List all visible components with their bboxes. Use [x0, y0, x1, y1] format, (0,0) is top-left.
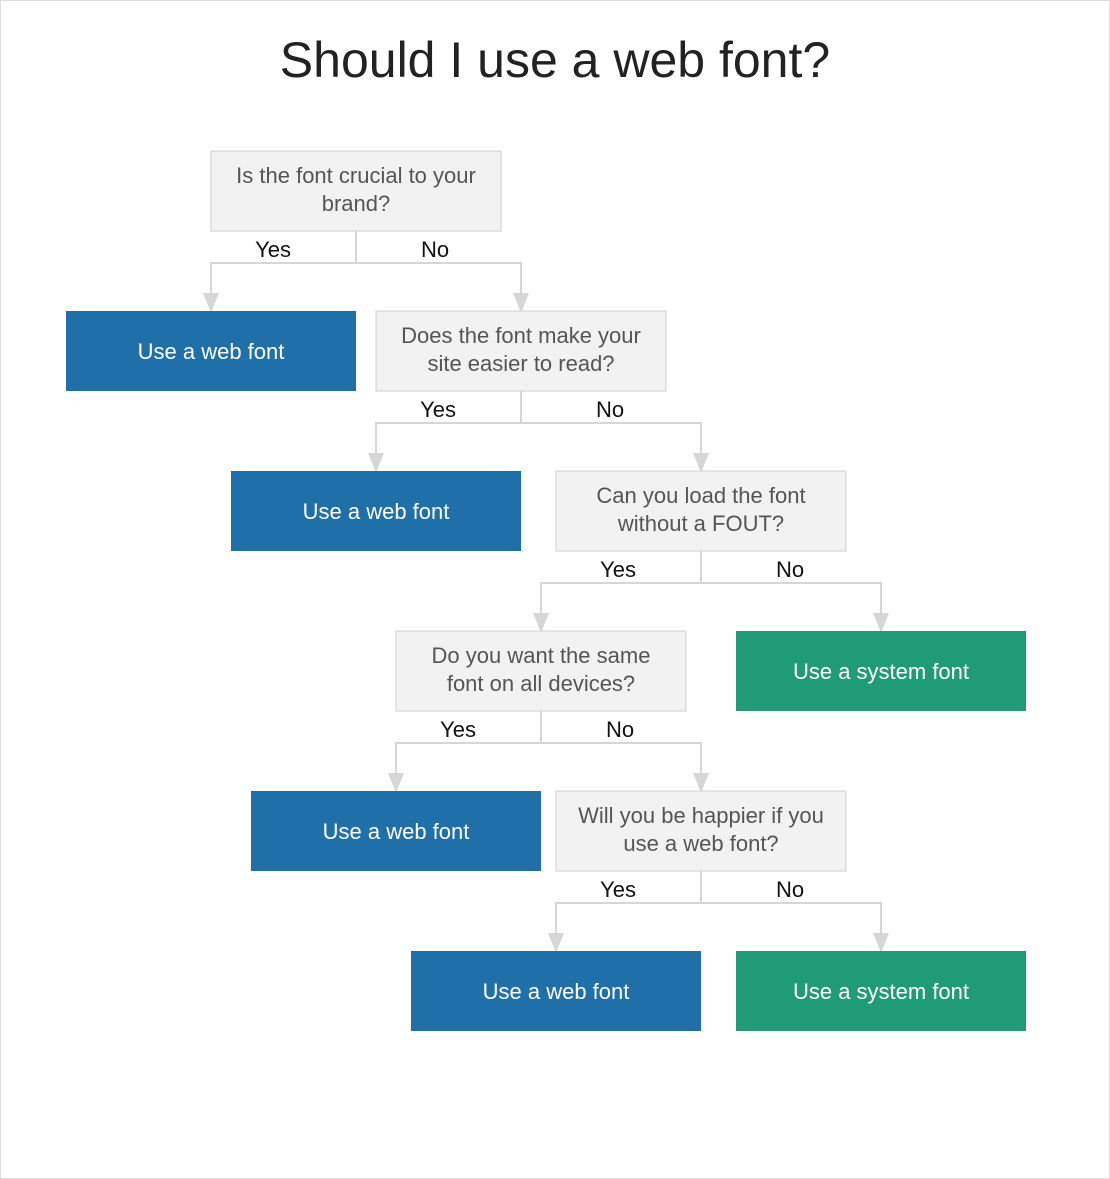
q2-no-label: No — [596, 397, 624, 422]
q3-no-label: No — [776, 557, 804, 582]
q3-yes-label: Yes — [600, 557, 636, 582]
q5-no-label: No — [776, 877, 804, 902]
a1-text: Use a web font — [138, 339, 285, 364]
q1-node: Is the font crucial to your brand? — [211, 151, 501, 231]
a2-node: Use a web font — [231, 471, 521, 551]
q4-node: Do you want the same font on all devices… — [396, 631, 686, 711]
q4-line1: Do you want the same — [432, 643, 651, 668]
a3-node: Use a system font — [736, 631, 1026, 711]
q1-yes-label: Yes — [255, 237, 291, 262]
a5-node: Use a web font — [411, 951, 701, 1031]
q4-no-label: No — [606, 717, 634, 742]
q1-line1: Is the font crucial to your — [236, 163, 476, 188]
q2-line1: Does the font make your — [401, 323, 641, 348]
q5-yes-label: Yes — [600, 877, 636, 902]
a3-text: Use a system font — [793, 659, 969, 684]
a6-node: Use a system font — [736, 951, 1026, 1031]
q5-line2: use a web font? — [623, 831, 778, 856]
q1-line2: brand? — [322, 191, 391, 216]
a1-node: Use a web font — [66, 311, 356, 391]
q3-node: Can you load the font without a FOUT? — [556, 471, 846, 551]
q5-node: Will you be happier if you use a web fon… — [556, 791, 846, 871]
q4-yes-label: Yes — [440, 717, 476, 742]
a4-text: Use a web font — [323, 819, 470, 844]
q4-line2: font on all devices? — [447, 671, 635, 696]
q2-line2: site easier to read? — [427, 351, 614, 376]
q2-node: Does the font make your site easier to r… — [376, 311, 666, 391]
q2-yes-label: Yes — [420, 397, 456, 422]
a6-text: Use a system font — [793, 979, 969, 1004]
q5-line1: Will you be happier if you — [578, 803, 824, 828]
flowchart-canvas: Is the font crucial to your brand? Yes N… — [1, 1, 1110, 1179]
q1-no-label: No — [421, 237, 449, 262]
flowchart-frame: Should I use a web font? Is the font cru… — [0, 0, 1110, 1179]
a4-node: Use a web font — [251, 791, 541, 871]
a5-text: Use a web font — [483, 979, 630, 1004]
q3-line2: without a FOUT? — [617, 511, 784, 536]
a2-text: Use a web font — [303, 499, 450, 524]
q3-line1: Can you load the font — [596, 483, 805, 508]
